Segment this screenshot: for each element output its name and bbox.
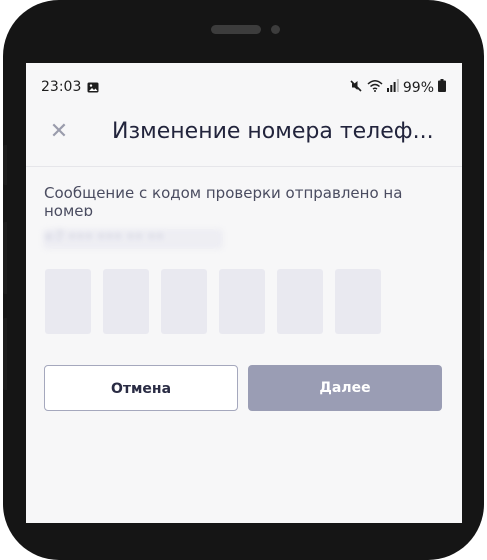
status-icons: 99% (349, 79, 446, 96)
code-digit-input[interactable] (277, 269, 323, 334)
status-time: 23:03 (41, 79, 82, 95)
code-digit-input[interactable] (219, 269, 265, 334)
cancel-button[interactable]: Отмена (44, 365, 238, 411)
battery-icon (438, 79, 446, 96)
code-digit-input[interactable] (161, 269, 207, 334)
power-button (480, 250, 484, 360)
mute-icon (349, 79, 363, 96)
close-icon[interactable]: ✕ (48, 121, 70, 143)
code-digit-input[interactable] (335, 269, 381, 334)
side-button (3, 145, 7, 185)
volume-up-button (3, 222, 7, 294)
battery-level: 99% (402, 79, 434, 96)
screen: 23:03 99% ✕ Изменение номера телеф... Со… (26, 63, 462, 523)
app-header: ✕ Изменение номера телеф... (26, 111, 462, 167)
code-digit-input[interactable] (103, 269, 149, 334)
code-digit-input[interactable] (45, 269, 91, 334)
wifi-icon (367, 79, 383, 96)
front-camera (271, 25, 280, 34)
status-bar: 23:03 99% (26, 63, 462, 111)
signal-icon (386, 79, 399, 96)
image-icon (87, 81, 99, 97)
next-button[interactable]: Далее (248, 365, 442, 411)
volume-down-button (3, 318, 7, 390)
verification-message: Сообщение с кодом проверки отправлено на… (44, 184, 403, 216)
masked-phone-number: +7 ••• ••• •• •• (43, 229, 223, 249)
page-title: Изменение номера телеф... (112, 119, 434, 144)
speaker-grille (211, 25, 261, 34)
